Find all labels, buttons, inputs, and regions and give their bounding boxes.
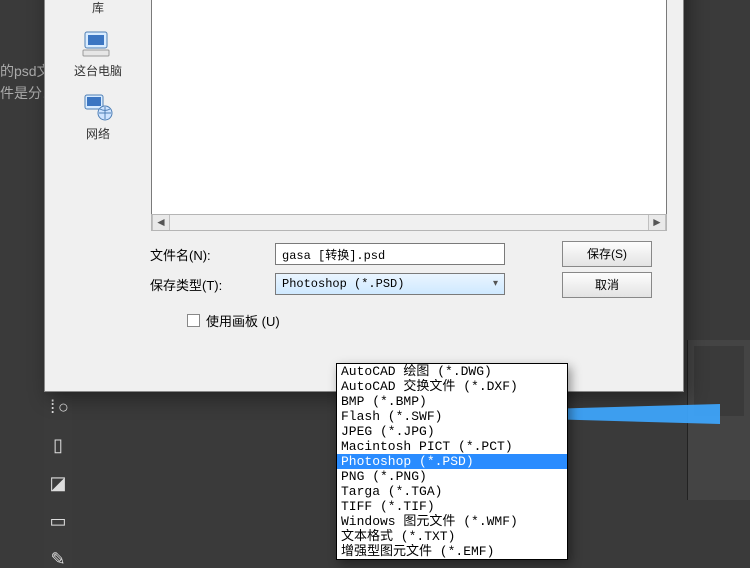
place-label: 这台电脑	[74, 62, 122, 79]
use-artboard-row[interactable]: 使用画板 (U)	[187, 311, 280, 330]
filetype-label: 保存类型(T):	[150, 275, 275, 294]
ai-right-panel	[687, 340, 750, 500]
use-artboard-label: 使用画板 (U)	[206, 311, 280, 330]
place-library[interactable]: 库	[61, 0, 135, 22]
use-artboard-checkbox[interactable]	[187, 314, 200, 327]
filetype-option[interactable]: AutoCAD 绘图 (*.DWG)	[337, 364, 567, 379]
panel-inner	[694, 346, 744, 416]
filetype-option[interactable]: AutoCAD 交换文件 (*.DXF)	[337, 379, 567, 394]
filename-input[interactable]	[275, 243, 505, 265]
filetype-option[interactable]: BMP (*.BMP)	[337, 394, 567, 409]
chevron-down-icon: ▾	[493, 278, 498, 290]
places-bar: 库 这台电脑 网络	[61, 0, 135, 259]
computer-icon	[81, 30, 115, 60]
filetype-selected-text: Photoshop (*.PSD)	[282, 277, 404, 291]
tool-icon[interactable]: ✎	[50, 549, 65, 568]
scroll-right-arrow-icon[interactable]: ►	[648, 215, 666, 230]
place-label: 库	[92, 0, 104, 16]
filetype-option[interactable]: TIFF (*.TIF)	[337, 499, 567, 514]
filetype-option[interactable]: Flash (*.SWF)	[337, 409, 567, 424]
filetype-option[interactable]: JPEG (*.JPG)	[337, 424, 567, 439]
scroll-left-arrow-icon[interactable]: ◄	[152, 215, 170, 230]
network-icon	[81, 93, 115, 123]
filetype-option[interactable]: Macintosh PICT (*.PCT)	[337, 439, 567, 454]
filetype-select[interactable]: Photoshop (*.PSD) ▾	[275, 273, 505, 295]
tool-icon[interactable]: ⁞○	[47, 399, 69, 419]
tool-icon[interactable]: ▯	[53, 435, 63, 457]
place-label: 网络	[86, 125, 110, 142]
filetype-option[interactable]: 增强型图元文件 (*.EMF)	[337, 544, 567, 559]
filetype-option[interactable]: Windows 图元文件 (*.WMF)	[337, 514, 567, 529]
filetype-option[interactable]: PNG (*.PNG)	[337, 469, 567, 484]
ai-left-toolbar: ⁞○ ▯ ◪ ▭ ✎	[44, 395, 72, 568]
tool-icon[interactable]: ◪	[49, 473, 66, 495]
tool-icon[interactable]: ▭	[49, 511, 66, 533]
file-list-hscrollbar[interactable]: ◄ ►	[151, 214, 667, 231]
cancel-button[interactable]: 取消	[562, 272, 652, 298]
filetype-option[interactable]: 文本格式 (*.TXT)	[337, 529, 567, 544]
filetype-option[interactable]: Targa (*.TGA)	[337, 484, 567, 499]
filetype-dropdown-list[interactable]: AutoCAD 绘图 (*.DWG)AutoCAD 交换文件 (*.DXF)BM…	[336, 363, 568, 560]
place-this-pc[interactable]: 这台电脑	[61, 30, 135, 85]
file-list-area[interactable]	[151, 0, 667, 215]
place-network[interactable]: 网络	[61, 93, 135, 148]
save-as-dialog: 库 这台电脑 网络 ◄ ► 文件名(N): 保存类型(T): Photoshop…	[44, 0, 684, 392]
save-button[interactable]: 保存(S)	[562, 241, 652, 267]
filetype-option[interactable]: Photoshop (*.PSD)	[337, 454, 567, 469]
filename-label: 文件名(N):	[150, 245, 275, 264]
